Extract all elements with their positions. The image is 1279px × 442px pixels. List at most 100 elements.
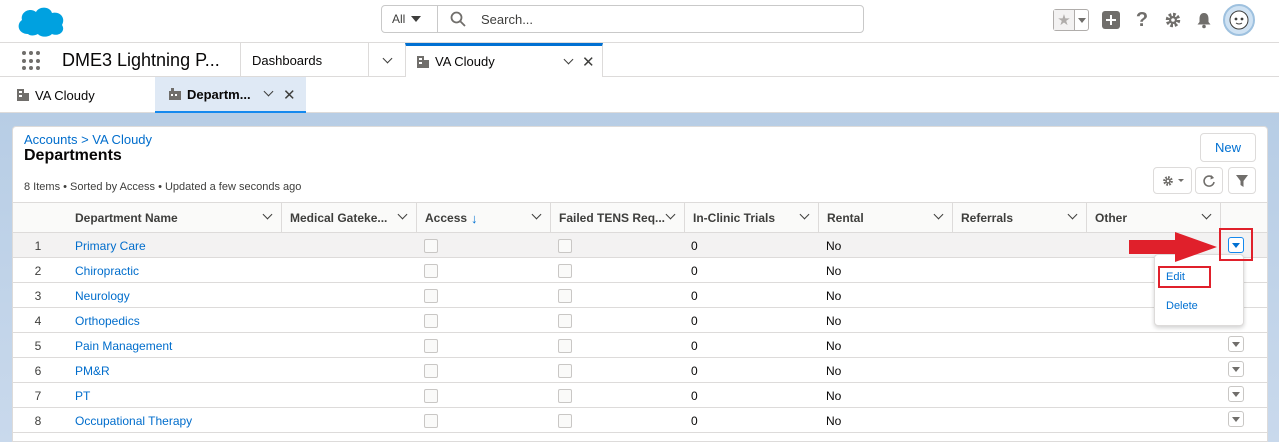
department-name-link[interactable]: Occupational Therapy [75,408,192,433]
close-icon[interactable]: ✕ [582,53,595,71]
table-row: 7 PT 0 No [13,383,1267,408]
column-header-in-clinic-trials[interactable]: In-Clinic Trials [684,203,818,233]
app-launcher-icon[interactable] [22,51,42,71]
nav-tab-dashboards[interactable]: Dashboards [240,43,368,77]
table-header: Department Name Medical Gateke... Access… [13,202,1267,233]
column-header-other[interactable]: Other [1086,203,1220,233]
search-scope-dropdown[interactable]: All [382,6,438,32]
star-icon[interactable]: ★ [1054,10,1074,30]
rental-value: No [826,313,842,328]
nav-overflow-button[interactable] [368,43,405,77]
breadcrumb[interactable]: Accounts > VA Cloudy [24,132,152,147]
rental-value: No [826,288,842,303]
subtab-label: Departm... [187,86,251,102]
nav-tab-va-cloudy[interactable]: VA Cloudy ✕ [405,43,603,77]
failed-tens-checkbox [558,388,572,403]
department-name-link[interactable]: Orthopedics [75,308,140,333]
chevron-down-icon[interactable] [531,209,542,220]
department-name-link[interactable]: PM&R [75,358,110,383]
in-clinic-trials-value: 0 [691,338,698,353]
annotation-highlight-box [1158,266,1211,288]
chevron-down-icon [1232,341,1240,347]
chevron-down-icon [1232,391,1240,397]
column-header-medical-gatekeeper[interactable]: Medical Gateke... [281,203,416,233]
filter-icon [1236,174,1248,187]
failed-tens-checkbox [558,363,572,378]
custom-object-icon [169,88,181,100]
chevron-down-icon[interactable] [1067,209,1078,220]
in-clinic-trials-value: 0 [691,313,698,328]
department-name-link[interactable]: Chiropractic [75,258,139,283]
column-header-referrals[interactable]: Referrals [952,203,1086,233]
failed-tens-checkbox [558,413,572,428]
in-clinic-trials-value: 0 [691,363,698,378]
filter-button[interactable] [1228,167,1256,194]
chevron-down-icon[interactable] [563,54,574,65]
chevron-down-icon[interactable] [933,209,944,220]
related-list-card: Accounts > VA Cloudy Departments 8 Items… [12,126,1268,442]
search-input[interactable]: Search... [481,12,533,27]
column-header-label: Medical Gateke... [290,211,388,225]
column-header-rental[interactable]: Rental [818,203,952,233]
department-name-link[interactable]: Primary Care [75,233,146,258]
column-header-department-name[interactable]: Department Name [67,203,281,233]
row-number: 4 [34,313,42,328]
chevron-down-icon[interactable] [263,86,274,97]
column-header-label: Rental [827,211,864,225]
row-actions-button[interactable] [1228,411,1244,427]
setup-button[interactable] [1162,9,1184,31]
subtab-bar: VA Cloudy Departm... ✕ [0,77,1279,113]
user-avatar-icon[interactable] [1223,4,1255,36]
subtab-departments[interactable]: Departm... ✕ [155,77,306,113]
account-building-icon [17,89,29,101]
chevron-down-icon [1177,179,1184,182]
list-settings-button[interactable] [1153,167,1192,194]
favorites-button[interactable]: ★ [1053,9,1089,31]
access-checkbox [424,363,438,378]
failed-tens-checkbox [558,288,572,303]
chevron-down-icon [1232,366,1240,372]
add-icon [1102,11,1120,29]
row-actions-button[interactable] [1228,336,1244,352]
table-row: 1 Primary Care 0 No [13,233,1267,258]
salesforce-logo[interactable] [14,4,68,38]
access-checkbox [424,313,438,328]
chevron-down-icon[interactable] [799,209,810,220]
annotation-arrow-icon [1129,232,1217,262]
column-header-failed-tens[interactable]: Failed TENS Req... [550,203,684,233]
chevron-down-icon[interactable] [1201,209,1212,220]
access-checkbox [424,388,438,403]
subtab-va-cloudy[interactable]: VA Cloudy [0,77,154,113]
access-checkbox [424,288,438,303]
row-actions-button[interactable] [1228,361,1244,377]
account-building-icon [417,55,429,68]
refresh-button[interactable] [1195,167,1223,194]
chevron-down-icon[interactable] [665,209,676,220]
rental-value: No [826,413,842,428]
column-header-access[interactable]: Access ↓ [416,203,550,233]
nav-tab-label: Dashboards [252,52,323,68]
department-name-link[interactable]: Neurology [75,283,130,308]
notifications-button[interactable] [1193,9,1215,31]
department-name-link[interactable]: Pain Management [75,333,172,358]
help-button[interactable]: ? [1131,9,1153,31]
department-name-link[interactable]: PT [75,383,90,408]
chevron-down-icon[interactable] [397,209,408,220]
chevron-down-icon [382,53,392,63]
chevron-down-icon[interactable] [262,209,273,220]
access-checkbox [424,338,438,353]
new-button[interactable]: New [1200,133,1256,162]
in-clinic-trials-value: 0 [691,388,698,403]
sort-descending-icon: ↓ [471,210,478,226]
row-action-menu: Edit Delete [1154,254,1244,326]
table-row: 8 Occupational Therapy 0 No [13,408,1267,433]
table-row: 4 Orthopedics 0 No [13,308,1267,333]
row-number: 8 [34,413,42,428]
global-actions-button[interactable] [1100,9,1122,31]
close-icon[interactable]: ✕ [283,86,296,104]
delete-menu-item[interactable]: Delete [1166,300,1198,312]
global-search[interactable]: All Search... [381,5,864,33]
column-header-label: Other [1095,211,1128,225]
row-actions-button[interactable] [1228,386,1244,402]
favorites-list-button[interactable] [1074,10,1088,30]
